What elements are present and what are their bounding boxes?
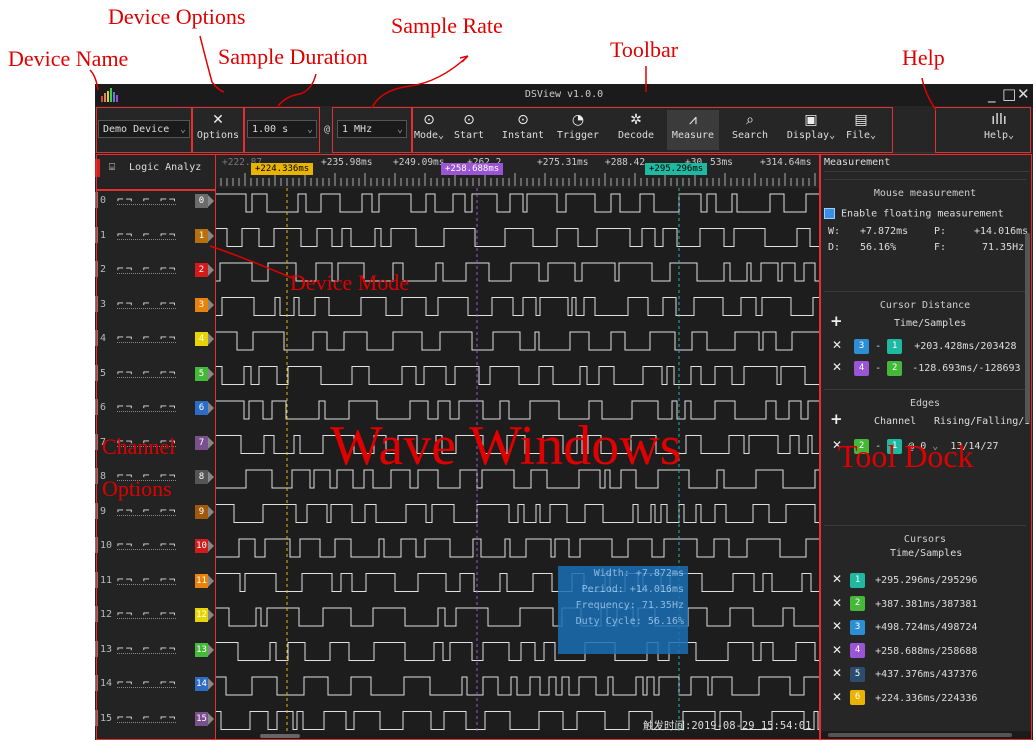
- device-mode-box: [96, 154, 216, 190]
- minimize-button[interactable]: _: [988, 86, 996, 102]
- annotation-toolbar: Toolbar: [610, 37, 679, 62]
- device-options-box: [192, 107, 244, 153]
- help-box: [935, 107, 1031, 153]
- toolbar-box: [412, 107, 893, 153]
- close-button[interactable]: ✕: [1017, 86, 1030, 102]
- at-label: @: [324, 124, 331, 135]
- device-name-box: [96, 107, 192, 153]
- annotation-channel: Channel: [102, 434, 176, 459]
- annotation-options: Options: [102, 476, 172, 501]
- annotation-device-options: Device Options: [108, 4, 246, 29]
- sample-rate-box: [332, 107, 412, 153]
- annotation-help: Help: [902, 45, 945, 70]
- sample-duration-box: [244, 107, 320, 153]
- annotation-sample-duration: Sample Duration: [218, 44, 368, 69]
- annotation-sample-rate: Sample Rate: [391, 13, 503, 38]
- annotation-wave-windows: Wave Windows: [330, 415, 682, 477]
- annotation-device-mode: Device Mode: [290, 270, 410, 295]
- maximize-button[interactable]: □: [1002, 86, 1016, 102]
- annotation-tool-dock: Tool Dock: [838, 438, 974, 474]
- dsview-window: DSView v1.0.0 _ □ ✕ Demo Device ⌄ ✕ Optio…: [95, 84, 1033, 740]
- annotation-device-name: Device Name: [8, 46, 129, 71]
- channel-options-box: [96, 190, 216, 740]
- title-bar: DSView v1.0.0 _ □ ✕: [95, 84, 1033, 106]
- window-title: DSView v1.0.0: [524, 89, 604, 100]
